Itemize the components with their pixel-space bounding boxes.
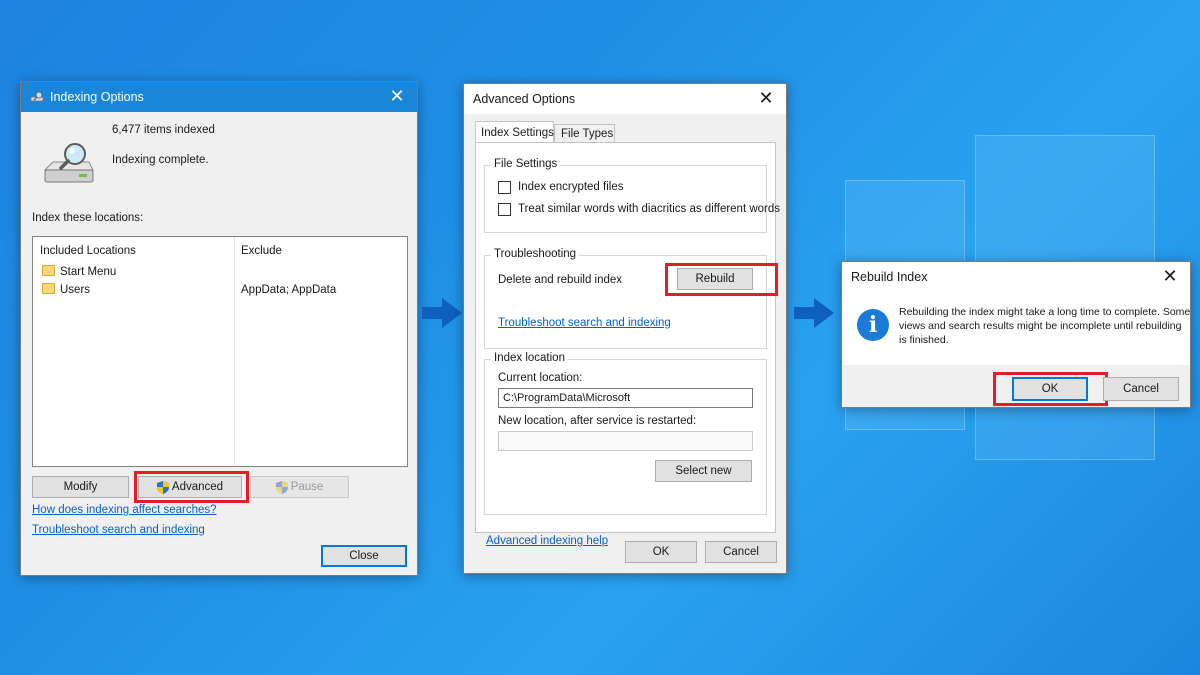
- cancel-button[interactable]: Cancel: [705, 541, 777, 563]
- indexing-options-titlebar[interactable]: Indexing Options ✕: [21, 82, 417, 112]
- magnifier-drive-icon: [41, 140, 97, 188]
- current-location-value: C:\ProgramData\Microsoft: [503, 392, 631, 404]
- encrypted-files-checkbox[interactable]: [498, 181, 511, 194]
- message-line: views and search results might be incomp…: [899, 320, 1182, 332]
- advanced-options-window: Advanced Options ✕ Index Settings File T…: [463, 83, 787, 574]
- locations-label: Index these locations:: [32, 212, 144, 224]
- items-indexed-count: 6,477 items indexed: [112, 124, 215, 136]
- advanced-options-titlebar[interactable]: Advanced Options ✕: [464, 84, 786, 114]
- group-title: Index location: [491, 352, 568, 364]
- index-location-group: Index location Current location: C:\Prog…: [484, 352, 767, 515]
- group-title: Troubleshooting: [491, 248, 580, 260]
- diacritics-checkbox[interactable]: [498, 203, 511, 216]
- modify-label: Modify: [63, 481, 98, 493]
- tab-label: File Types: [561, 128, 614, 140]
- indexing-affect-link[interactable]: How does indexing affect searches?: [32, 504, 217, 516]
- close-icon[interactable]: ✕: [1160, 267, 1180, 287]
- location-name: Users: [60, 284, 91, 296]
- current-location-label: Current location:: [498, 372, 583, 384]
- column-header-included[interactable]: Included Locations: [40, 245, 136, 257]
- location-name: Start Menu: [60, 266, 117, 278]
- tab-file-types[interactable]: File Types: [554, 124, 615, 143]
- new-location-label: New location, after service is restarted…: [498, 415, 697, 427]
- window-title: Rebuild Index: [851, 270, 928, 284]
- location-exclude: AppData; AppData: [241, 284, 337, 296]
- cancel-button[interactable]: Cancel: [1103, 377, 1179, 401]
- pause-label: Pause: [290, 481, 324, 493]
- button-bar: OK Cancel: [842, 365, 1190, 407]
- ok-highlight: [993, 372, 1108, 406]
- column-header-exclude[interactable]: Exclude: [241, 245, 282, 257]
- tab-index-settings[interactable]: Index Settings: [475, 121, 554, 143]
- cancel-label: Cancel: [723, 546, 759, 558]
- rebuild-description: Delete and rebuild index: [498, 274, 623, 286]
- rebuild-highlight: [665, 263, 778, 296]
- arrow-right-icon: [422, 298, 462, 328]
- indexing-options-window: Indexing Options ✕ 6,477 items indexed I…: [20, 81, 418, 576]
- pause-button[interactable]: Pause: [250, 476, 349, 498]
- tab-panel: File Settings Index encrypted files Trea…: [475, 142, 780, 547]
- ok-button[interactable]: OK: [625, 541, 697, 563]
- locations-list[interactable]: Included Locations Exclude Start Menu Us…: [32, 236, 408, 467]
- window-title: Indexing Options: [50, 90, 144, 104]
- message-line: is finished.: [899, 334, 949, 346]
- tab-label: Index Settings: [481, 127, 554, 139]
- troubleshoot-link[interactable]: Troubleshoot search and indexing: [32, 524, 205, 536]
- arrow-right-icon: [794, 298, 834, 328]
- current-location-field[interactable]: C:\ProgramData\Microsoft: [498, 388, 753, 408]
- diacritics-label[interactable]: Treat similar words with diacritics as d…: [518, 203, 780, 215]
- troubleshoot-link[interactable]: Troubleshoot search and indexing: [498, 317, 671, 329]
- group-title: File Settings: [491, 158, 561, 170]
- new-location-field[interactable]: [498, 431, 753, 451]
- info-icon: i: [857, 309, 889, 341]
- file-settings-group: File Settings Index encrypted files Trea…: [484, 158, 780, 233]
- close-label: Close: [349, 550, 379, 562]
- select-new-button[interactable]: Select new: [655, 460, 752, 482]
- indexing-status: Indexing complete.: [112, 154, 209, 166]
- modify-button[interactable]: Modify: [32, 476, 129, 498]
- ok-label: OK: [652, 546, 670, 558]
- encrypted-files-label[interactable]: Index encrypted files: [518, 181, 623, 193]
- folder-icon: [42, 265, 55, 276]
- column-divider: [234, 237, 235, 466]
- message-line: Rebuilding the index might take a long t…: [899, 306, 1191, 318]
- folder-icon: [42, 283, 55, 294]
- close-icon[interactable]: ✕: [387, 87, 407, 107]
- indexing-app-icon: [30, 91, 44, 103]
- shield-icon: [275, 480, 288, 494]
- select-new-label: Select new: [675, 465, 732, 477]
- troubleshooting-group: Troubleshooting Delete and rebuild index…: [484, 248, 778, 349]
- advanced-highlight: [134, 471, 249, 503]
- rebuild-index-dialog: Rebuild Index ✕ i Rebuilding the index m…: [841, 261, 1191, 408]
- close-icon[interactable]: ✕: [756, 89, 776, 109]
- advanced-help-link[interactable]: Advanced indexing help: [486, 535, 608, 547]
- rebuild-index-titlebar[interactable]: Rebuild Index ✕: [842, 262, 1190, 292]
- close-button[interactable]: Close: [321, 545, 407, 567]
- window-title: Advanced Options: [473, 92, 576, 106]
- cancel-label: Cancel: [1123, 383, 1159, 395]
